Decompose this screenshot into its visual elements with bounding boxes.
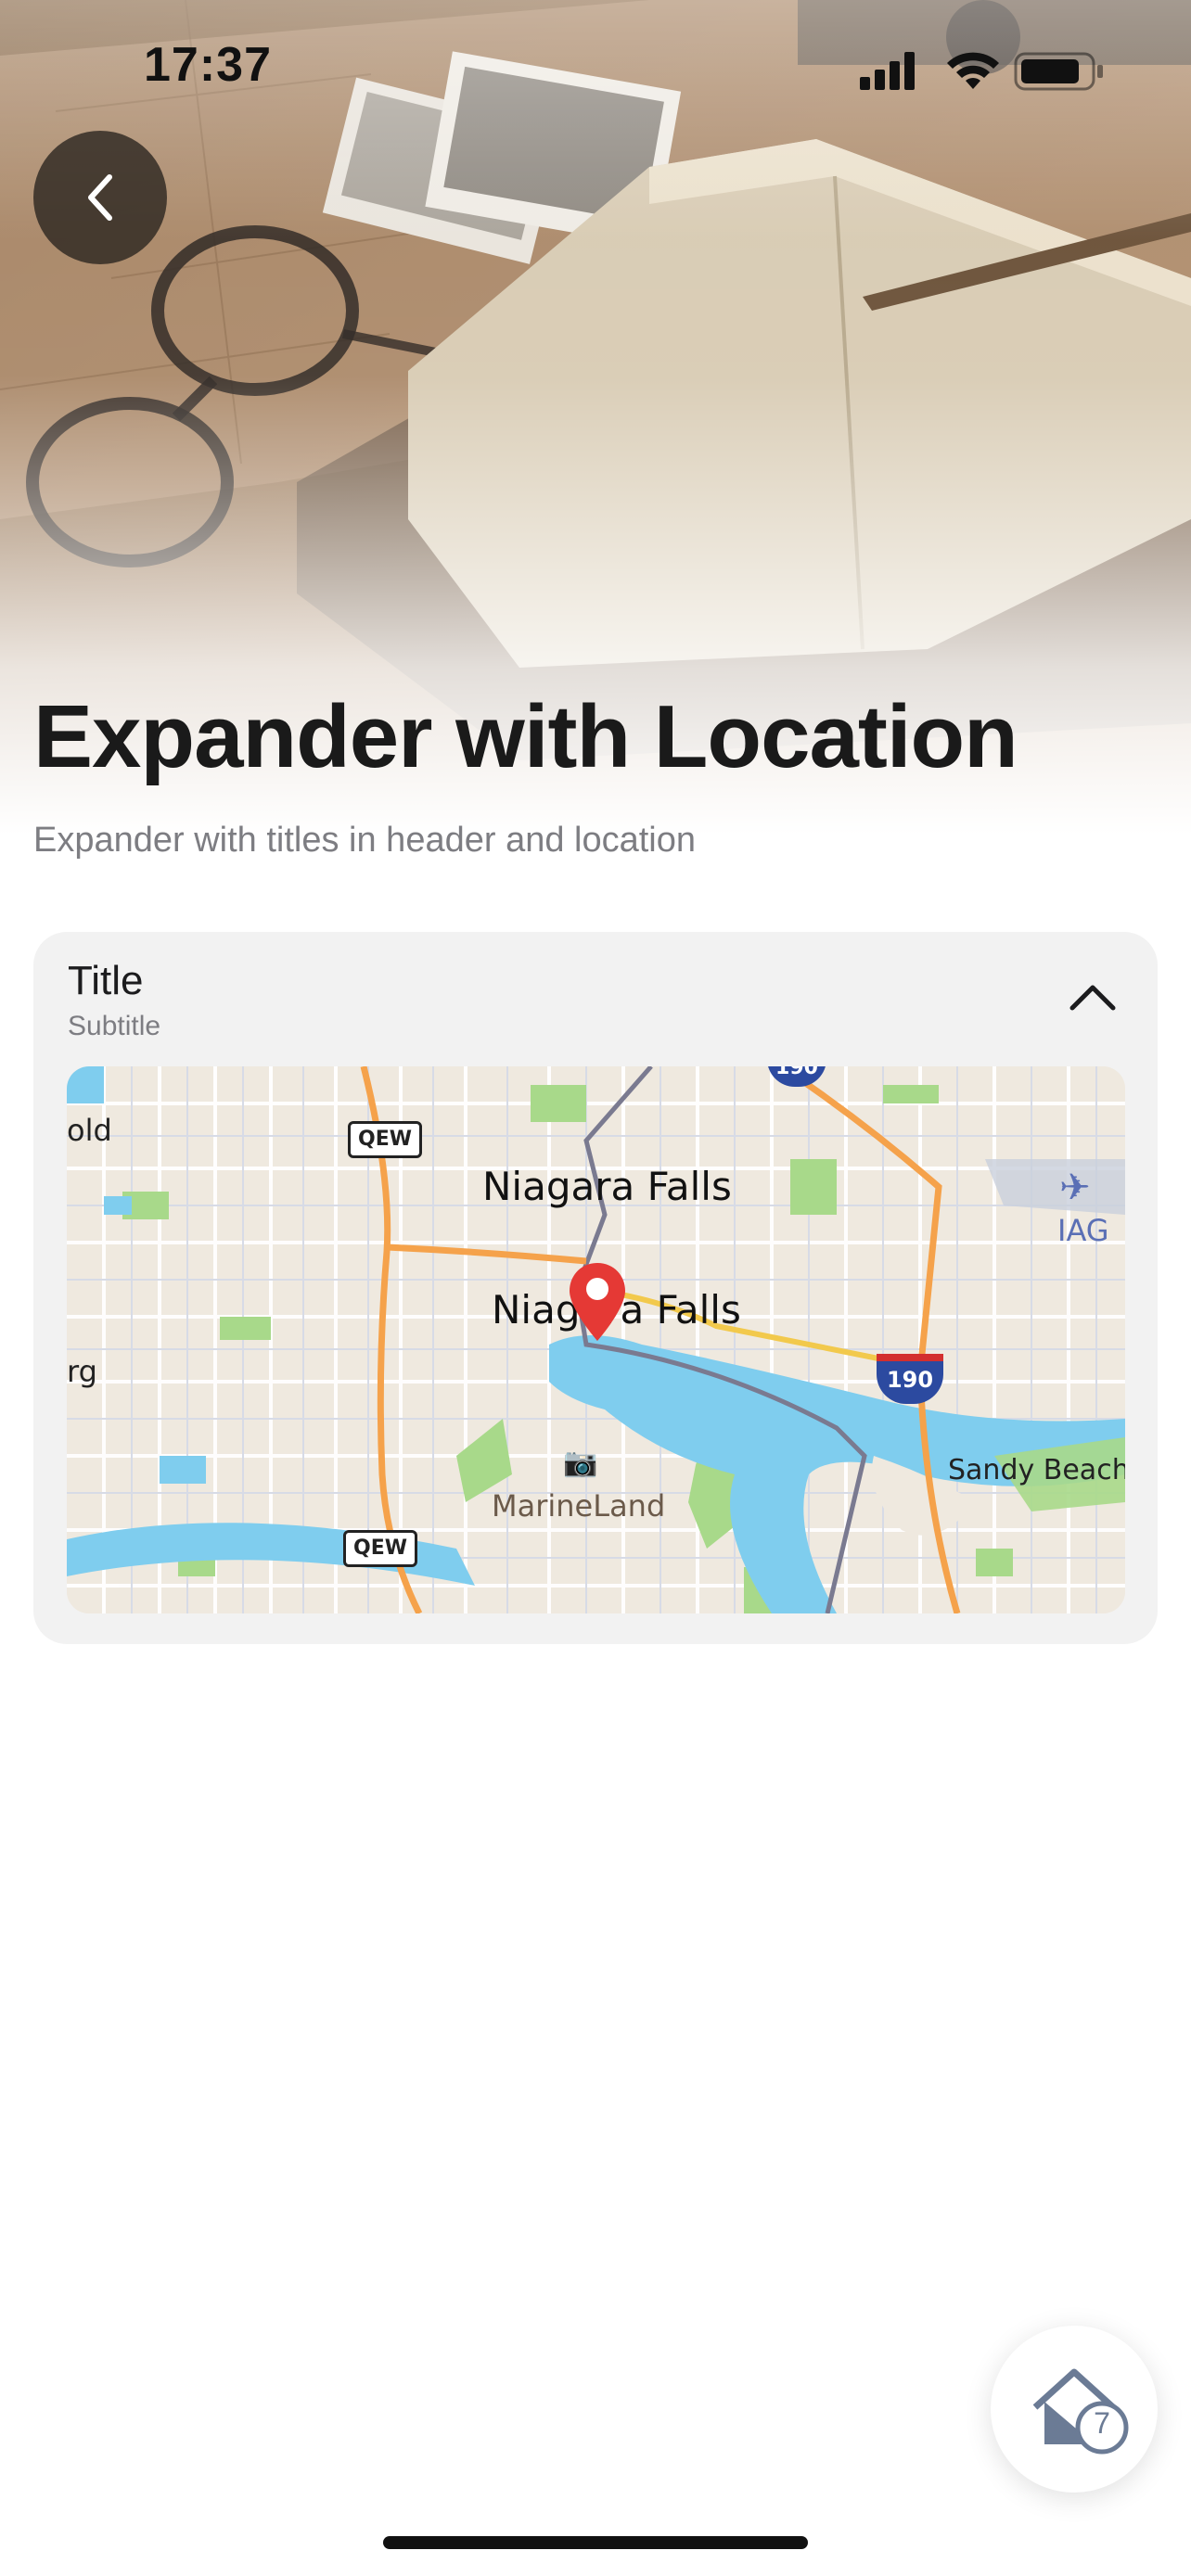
battery-icon <box>1014 52 1103 91</box>
map-label-airport: IAG <box>1057 1213 1109 1248</box>
map-label-sandy-beach: Sandy Beach <box>948 1454 1125 1486</box>
map-label-city-upper: Niagara Falls <box>482 1164 732 1209</box>
interstate-shield-top-label: 190 <box>775 1066 818 1079</box>
page-title: Expander with Location <box>33 687 1018 786</box>
back-button[interactable] <box>33 131 167 264</box>
home-icon <box>1032 2368 1129 2455</box>
interstate-shield-190: 190 <box>877 1354 943 1404</box>
status-icons <box>825 46 1103 93</box>
expander-subtitle: Subtitle <box>68 1011 161 1041</box>
airport-icon: ✈ <box>1059 1167 1091 1209</box>
chevron-up-icon[interactable] <box>1065 969 1121 1025</box>
page-subtitle: Expander with titles in header and locat… <box>33 821 697 860</box>
home-floating-button[interactable] <box>991 2326 1158 2493</box>
status-time: 17:37 <box>144 38 272 92</box>
interstate-shield-190-label: 190 <box>886 1367 934 1393</box>
map-pin-icon <box>570 1263 625 1341</box>
signal-icon <box>860 52 915 90</box>
highway-shield-qew-2-label: QEW <box>353 1537 407 1560</box>
wifi-icon <box>947 52 999 89</box>
map-label-rg: rg <box>67 1354 97 1389</box>
map-label-marineland: MarineLand <box>492 1488 666 1524</box>
expander-card: Title Subtitle old rg QEW QEW 190 190 Ni… <box>33 932 1158 1644</box>
expander-header[interactable]: Title Subtitle <box>33 932 1158 1062</box>
highway-shield-qew: QEW <box>348 1121 422 1158</box>
location-map[interactable]: old rg QEW QEW 190 190 Niagara Falls Nia… <box>67 1066 1125 1613</box>
highway-shield-qew-2: QEW <box>343 1530 417 1567</box>
home-indicator <box>383 2536 808 2549</box>
highway-shield-qew-label: QEW <box>358 1128 412 1151</box>
camera-icon: 📷 <box>563 1447 598 1479</box>
status-bar: 17:37 <box>0 0 1191 139</box>
expander-title: Title <box>68 958 144 1003</box>
home-badge-count: 7 <box>1094 2406 1110 2440</box>
map-label-old: old <box>67 1113 112 1148</box>
chevron-left-icon <box>88 174 112 221</box>
